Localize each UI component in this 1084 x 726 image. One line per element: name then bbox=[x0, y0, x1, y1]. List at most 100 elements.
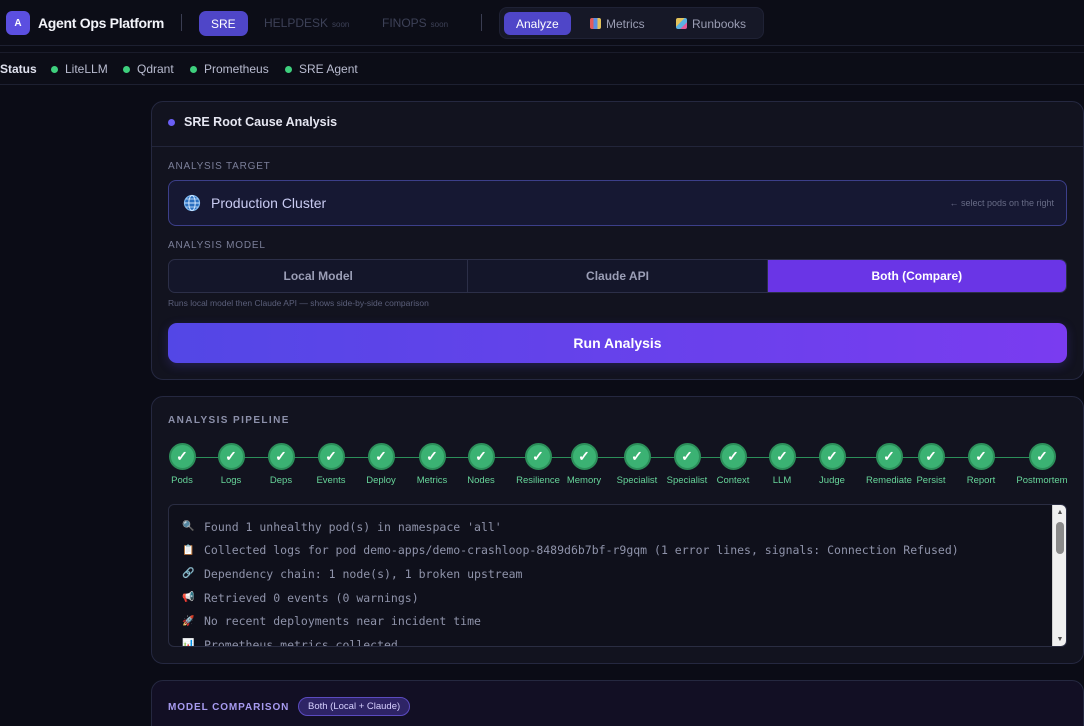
stage-label: Persist bbox=[916, 475, 946, 486]
run-analysis-button[interactable]: Run Analysis bbox=[168, 323, 1067, 363]
status-item-sre-agent: SRE Agent bbox=[285, 62, 358, 76]
divider bbox=[181, 14, 182, 31]
bar-chart-icon bbox=[590, 18, 601, 29]
scroll-up-icon[interactable]: ▲ bbox=[1053, 506, 1066, 518]
log-icon: 🔗 bbox=[182, 568, 195, 580]
stage-label: Postmortem bbox=[1016, 475, 1068, 486]
pipeline-stage: ✓ Judge bbox=[800, 443, 864, 486]
app-title: Agent Ops Platform bbox=[38, 15, 165, 31]
stage-label: LLM bbox=[772, 475, 792, 486]
log-text: Dependency chain: 1 node(s), 1 broken up… bbox=[204, 566, 523, 581]
stage-label: Specialist bbox=[616, 475, 658, 486]
card-divider bbox=[152, 146, 1083, 147]
pipeline-log[interactable]: 🔍 Found 1 unhealthy pod(s) in namespace '… bbox=[168, 504, 1067, 647]
analysis-target-field[interactable]: Production Cluster ← select pods on the … bbox=[168, 180, 1067, 226]
target-hint: ← select pods on the right bbox=[949, 198, 1054, 208]
target-label: ANALYSIS TARGET bbox=[168, 161, 271, 172]
check-icon: ✓ bbox=[367, 443, 395, 470]
status-item-label: SRE Agent bbox=[299, 62, 358, 76]
check-icon: ✓ bbox=[917, 443, 945, 470]
check-icon: ✓ bbox=[768, 443, 796, 470]
check-icon: ✓ bbox=[524, 443, 552, 470]
stage-label: Logs bbox=[220, 475, 242, 486]
domain-tab-helpdesk[interactable]: HELPDESK soon bbox=[264, 16, 349, 30]
status-label: Status bbox=[0, 62, 37, 76]
log-icon: 📢 bbox=[182, 592, 195, 604]
stage-label: Pods bbox=[171, 475, 193, 486]
nav-tab-runbooks[interactable]: Runbooks bbox=[668, 12, 754, 35]
top-bar: A Agent Ops Platform SRE HELPDESK soon F… bbox=[0, 0, 1084, 46]
check-icon: ✓ bbox=[267, 443, 295, 470]
status-item-litellm: LiteLLM bbox=[51, 62, 108, 76]
pipeline-stages: ✓ Pods ✓ Logs ✓ Deps ✓ Events ✓ Deploy ✓ Metrics ✓ No… bbox=[152, 443, 1084, 491]
log-scrollbar[interactable]: ▲ ▼ bbox=[1052, 505, 1066, 646]
log-text: Found 1 unhealthy pod(s) in namespace 'a… bbox=[204, 519, 502, 534]
model-option-both[interactable]: Both (Compare) bbox=[767, 260, 1066, 292]
model-label: ANALYSIS MODEL bbox=[168, 240, 266, 251]
check-icon: ✓ bbox=[317, 443, 345, 470]
status-item-label: Prometheus bbox=[204, 62, 269, 76]
model-hint: Runs local model then Claude API — shows… bbox=[168, 298, 429, 308]
nav-tab-label: Analyze bbox=[516, 16, 559, 31]
check-icon: ✓ bbox=[467, 443, 495, 470]
check-icon: ✓ bbox=[875, 443, 903, 470]
stage-label: Deps bbox=[269, 475, 293, 486]
status-dot bbox=[190, 65, 197, 73]
model-option-local[interactable]: Local Model bbox=[169, 260, 469, 292]
check-icon: ✓ bbox=[673, 443, 701, 470]
check-icon: ✓ bbox=[719, 443, 747, 470]
log-line: 🚀 No recent deployments near incident tim… bbox=[182, 609, 1046, 633]
status-item-qdrant: Qdrant bbox=[123, 62, 174, 76]
status-dot bbox=[123, 65, 130, 73]
analysis-card: SRE Root Cause Analysis ANALYSIS TARGET … bbox=[151, 101, 1084, 380]
status-item-label: LiteLLM bbox=[65, 62, 108, 76]
status-item-prometheus: Prometheus bbox=[190, 62, 269, 76]
log-icon: 📊 bbox=[182, 639, 195, 647]
domain-tab-finops[interactable]: FINOPS soon bbox=[382, 16, 448, 30]
soon-tag: soon bbox=[332, 20, 350, 29]
log-text: No recent deployments near incident time bbox=[204, 614, 481, 629]
stage-label: Metrics bbox=[416, 475, 448, 486]
check-icon: ✓ bbox=[623, 443, 651, 470]
log-line: 🔗 Dependency chain: 1 node(s), 1 broken u… bbox=[182, 562, 1046, 586]
stage-label: Nodes bbox=[467, 475, 495, 486]
target-value: Production Cluster bbox=[211, 195, 327, 211]
pipeline-label: ANALYSIS PIPELINE bbox=[168, 415, 290, 426]
log-line: 📋 Collected logs for pod demo-apps/demo-c… bbox=[182, 539, 1046, 563]
divider bbox=[481, 14, 482, 31]
check-icon: ✓ bbox=[570, 443, 598, 470]
log-line: 📊 Prometheus metrics collected. bbox=[182, 633, 1046, 647]
nav-tab-analyze[interactable]: Analyze bbox=[504, 12, 571, 35]
globe-icon bbox=[183, 194, 201, 212]
soon-tag: soon bbox=[430, 20, 449, 29]
check-icon: ✓ bbox=[418, 443, 446, 470]
log-icon: 🚀 bbox=[182, 615, 195, 627]
pipeline-stage: ✓ Nodes bbox=[449, 443, 513, 486]
log-text: Collected logs for pod demo-apps/demo-cr… bbox=[204, 543, 959, 558]
comparison-badge: Both (Local + Claude) bbox=[298, 697, 411, 716]
log-text: Prometheus metrics collected. bbox=[204, 637, 405, 647]
pipeline-stage: ✓ Report bbox=[949, 443, 1013, 486]
main-nav: Analyze Metrics Runbooks bbox=[499, 7, 764, 39]
card-header: SRE Root Cause Analysis bbox=[168, 115, 337, 129]
nav-tab-label: Metrics bbox=[606, 16, 645, 31]
model-selector: Local Model Claude API Both (Compare) bbox=[168, 259, 1067, 293]
pipeline-stage: ✓ Postmortem bbox=[1010, 443, 1074, 486]
nav-tab-metrics[interactable]: Metrics bbox=[582, 12, 653, 35]
check-icon: ✓ bbox=[168, 443, 196, 470]
header-dot bbox=[168, 118, 175, 126]
log-line: 📢 Retrieved 0 events (0 warnings) bbox=[182, 586, 1046, 610]
log-line: 🔍 Found 1 unhealthy pod(s) in namespace '… bbox=[182, 515, 1046, 539]
book-icon bbox=[676, 18, 687, 29]
check-icon: ✓ bbox=[818, 443, 846, 470]
stage-label: Events bbox=[316, 475, 346, 486]
model-option-claude[interactable]: Claude API bbox=[468, 260, 768, 292]
status-bar: Status LiteLLM Qdrant Prometheus SRE Age… bbox=[0, 52, 1084, 85]
check-icon: ✓ bbox=[217, 443, 245, 470]
comparison-label: MODEL COMPARISON bbox=[168, 702, 290, 713]
stage-label: Context bbox=[716, 475, 750, 486]
log-icon: 📋 bbox=[182, 544, 195, 556]
scroll-thumb[interactable] bbox=[1056, 522, 1064, 554]
domain-tab-sre[interactable]: SRE bbox=[199, 11, 248, 36]
scroll-down-icon[interactable]: ▼ bbox=[1053, 633, 1066, 645]
